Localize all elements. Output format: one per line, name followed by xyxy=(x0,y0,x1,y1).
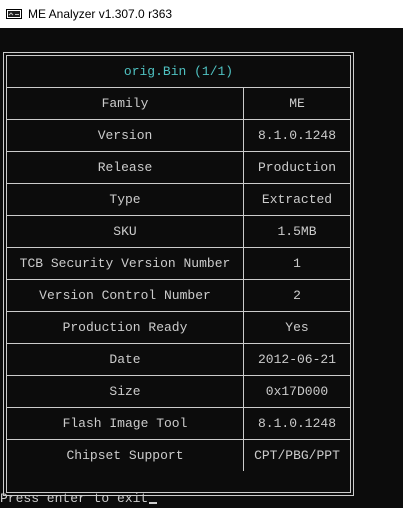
table-row: Chipset Support CPT/PBG/PPT xyxy=(7,439,350,471)
row-label: Flash Image Tool xyxy=(7,408,244,439)
row-label: Family xyxy=(7,88,244,119)
me-analyzer-app-icon xyxy=(6,6,22,22)
table-row: TCB Security Version Number 1 xyxy=(7,247,350,279)
row-value: 2012-06-21 xyxy=(257,352,336,367)
row-value: 1.5MB xyxy=(277,224,317,239)
row-label: Chipset Support xyxy=(7,440,244,471)
row-value: 8.1.0.1248 xyxy=(257,128,336,143)
row-value: Production xyxy=(257,160,336,175)
table-row: Type Extracted xyxy=(7,183,350,215)
table-row: Version Control Number 2 xyxy=(7,279,350,311)
row-value: 8.1.0.1248 xyxy=(257,416,336,431)
table-row: Production Ready Yes xyxy=(7,311,350,343)
console-area[interactable]: orig.Bin (1/1) Family ME Version 8.1.0.1248… xyxy=(0,28,403,508)
cursor xyxy=(149,502,158,504)
row-label: Version xyxy=(7,120,244,151)
table-row: Date 2012-06-21 xyxy=(7,343,350,375)
table-row: Flash Image Tool 8.1.0.1248 xyxy=(7,407,350,439)
row-label: Type xyxy=(7,184,244,215)
row-value: 0x17D000 xyxy=(265,384,329,399)
row-value: 2 xyxy=(293,288,301,303)
table-title: orig.Bin (1/1) xyxy=(123,64,234,79)
row-label: Release xyxy=(7,152,244,183)
table-row: Version 8.1.0.1248 xyxy=(7,119,350,151)
row-value: CPT/PBG/PPT xyxy=(254,448,340,463)
info-table: orig.Bin (1/1) Family ME Version 8.1.0.1248… xyxy=(3,52,354,496)
row-label: Size xyxy=(7,376,244,407)
window-title: ME Analyzer v1.307.0 r363 xyxy=(28,7,173,21)
row-value: 1 xyxy=(293,256,301,271)
info-table-inner: orig.Bin (1/1) Family ME Version 8.1.0.1248… xyxy=(6,55,351,493)
exit-prompt: Press enter to exit xyxy=(0,491,158,506)
row-value: ME xyxy=(289,96,305,111)
row-label: SKU xyxy=(7,216,244,247)
row-value: Extracted xyxy=(261,192,333,207)
table-row: Family ME xyxy=(7,87,350,119)
table-row: SKU 1.5MB xyxy=(7,215,350,247)
window-titlebar[interactable]: ME Analyzer v1.307.0 r363 xyxy=(0,0,403,28)
table-row: Release Production xyxy=(7,151,350,183)
row-label: TCB Security Version Number xyxy=(7,248,244,279)
table-title-row: orig.Bin (1/1) xyxy=(7,55,350,87)
row-label: Version Control Number xyxy=(7,280,244,311)
exit-prompt-text: Press enter to exit xyxy=(0,491,149,506)
row-value: Yes xyxy=(285,320,309,335)
row-label: Production Ready xyxy=(7,312,244,343)
row-label: Date xyxy=(7,344,244,375)
table-row: Size 0x17D000 xyxy=(7,375,350,407)
